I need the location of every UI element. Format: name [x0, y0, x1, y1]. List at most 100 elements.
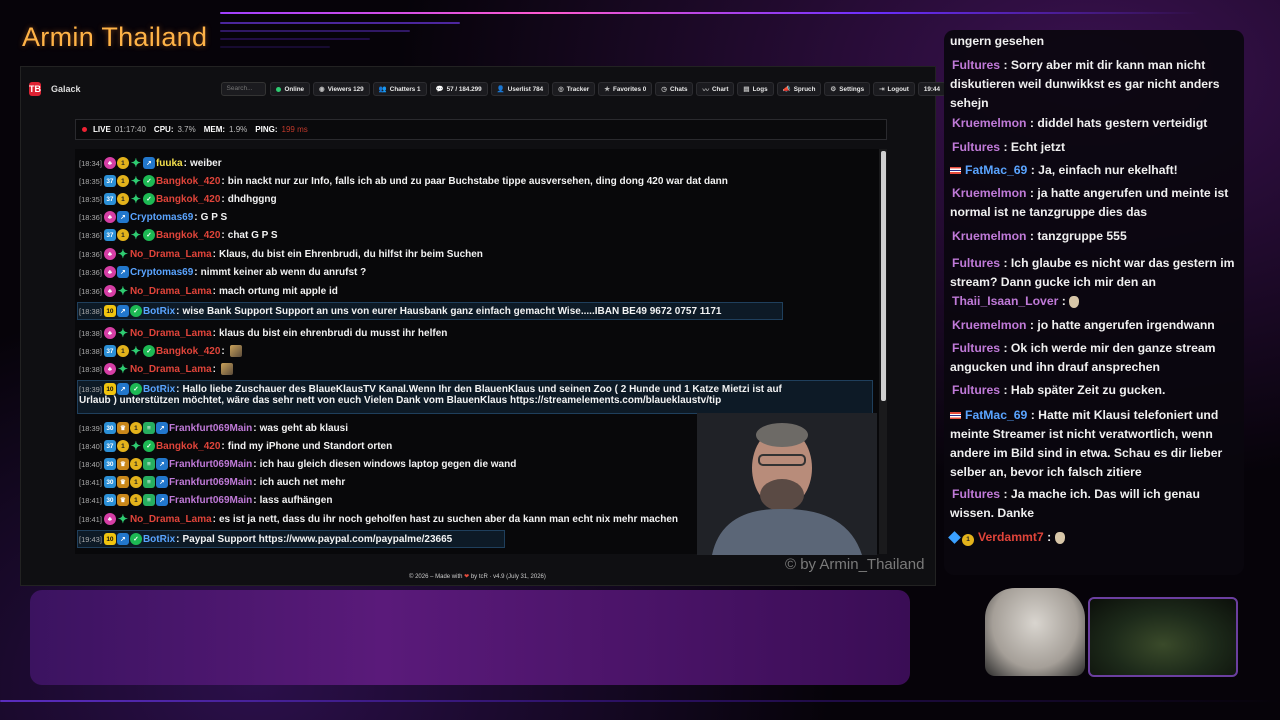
- emote-icon: [1054, 531, 1065, 544]
- username-colon: :: [176, 305, 180, 317]
- chat-username[interactable]: Cryptomas69: [130, 267, 193, 278]
- username-colon: :: [194, 211, 198, 223]
- toolbar-button-1944[interactable]: 19:44: [917, 82, 946, 96]
- username-colon: :: [1027, 163, 1039, 177]
- chat-message: [18:36] 37 1 ✦ ✓ Bangkok_420: chat G P S: [79, 228, 278, 242]
- message-text: mach ortung mit apple id: [219, 285, 338, 297]
- chat-message: [18:39] 10 ↗ ✓ BotRix: Hallo liebe Zuschauer …: [79, 383, 782, 395]
- toolbar-button-settings[interactable]: ⚙ Settings: [824, 82, 871, 96]
- chat-username[interactable]: No_Drama_Lama: [130, 514, 212, 525]
- message-text: Hallo liebe Zuschauer des BlaueKlausTV K…: [182, 383, 782, 395]
- chat-message: [18:34] ♣ 1 ✦ ↗ fuuka: weiber: [79, 156, 222, 170]
- toolbar-button-chart[interactable]: 〰 Chart: [696, 82, 735, 96]
- toolbar-button-tracker[interactable]: ◎ Tracker: [552, 82, 596, 96]
- toolbar-button-userlist[interactable]: 👤 Userlist 784: [490, 82, 550, 96]
- overlay-chat-text: Ja, einfach nur ekelhaft!: [1038, 163, 1178, 177]
- chat-message: [18:41] 30 ♛ 1 ≡ ↗ Frankfurt069Main: ich auch n…: [79, 476, 345, 488]
- toolbar-button-label: Online: [284, 85, 305, 93]
- chat-username[interactable]: Frankfurt069Main: [169, 459, 252, 470]
- eye-icon: ◉: [319, 86, 325, 93]
- chat-username[interactable]: BotRix: [143, 384, 175, 395]
- chat-username[interactable]: Bangkok_420: [156, 441, 220, 452]
- search-input[interactable]: Search...: [220, 82, 267, 96]
- chat-username[interactable]: No_Drama_Lama: [130, 364, 212, 375]
- chat-username[interactable]: Bangkok_420: [156, 194, 220, 205]
- stack-badge-icon: ≡: [142, 494, 155, 506]
- username-colon: :: [221, 440, 225, 452]
- level-badge-icon: 30: [103, 494, 116, 506]
- chat-username[interactable]: BotRix: [143, 306, 175, 317]
- chat-username[interactable]: Frankfurt069Main: [169, 477, 252, 488]
- glow-line: [220, 12, 1200, 14]
- bullhorn-icon: 📣: [782, 86, 791, 93]
- message-text: es ist ja nett, dass du ihr noch geholfe…: [219, 513, 678, 525]
- toolbar-button-spruch[interactable]: 📣 Spruch: [776, 82, 822, 96]
- arrow-badge-icon: ↗: [116, 305, 129, 317]
- overlay-chat-username: Kruemelmon: [952, 186, 1027, 200]
- chat-username[interactable]: BotRix: [143, 534, 175, 545]
- clock-icon: ◷: [661, 86, 667, 93]
- sparkle-badge-icon: ✦: [117, 326, 128, 340]
- message-timestamp: [18:38]: [79, 364, 102, 374]
- toolbar-button-viewers[interactable]: ◉ Viewers 129: [313, 82, 370, 96]
- username-colon: :: [221, 345, 225, 357]
- toolbar-button-57[interactable]: 💬 57 / 184.299: [429, 82, 488, 96]
- message-timestamp: [18:36]: [79, 286, 102, 296]
- verified-badge-icon: ✓: [129, 533, 142, 545]
- level-badge-icon: 10: [103, 305, 116, 317]
- chat-username[interactable]: Frankfurt069Main: [169, 495, 252, 506]
- toolbar-button-online[interactable]: Online: [270, 82, 311, 96]
- username-colon: :: [212, 513, 216, 525]
- chat-username[interactable]: Bangkok_420: [156, 346, 220, 357]
- message-text: G P S: [200, 211, 228, 223]
- chat-username[interactable]: No_Drama_Lama: [130, 328, 212, 339]
- toolbar-button-label: Spruch: [793, 85, 816, 93]
- chat-message: [18:36] ♣ ✦ No_Drama_Lama: mach ortung mit a…: [79, 284, 338, 298]
- level-badge-icon: 37: [103, 175, 116, 187]
- chat-scrollbar-thumb[interactable]: [881, 151, 886, 401]
- verified-badge-icon: ✓: [142, 440, 155, 452]
- verified-badge-icon: ✓: [129, 305, 142, 317]
- crown-badge-icon: ♛: [116, 458, 129, 470]
- chat-username[interactable]: No_Drama_Lama: [130, 249, 212, 260]
- toolbar-button-favorites[interactable]: ★ Favorites 0: [598, 82, 653, 96]
- overlay-chat-username: Kruemelmon: [952, 116, 1027, 130]
- chat-username[interactable]: Bangkok_420: [156, 230, 220, 241]
- chat-username[interactable]: Frankfurt069Main: [169, 423, 252, 434]
- message-timestamp: [18:39]: [79, 423, 102, 433]
- message-text: was geht ab klausi: [259, 422, 349, 434]
- username-colon: :: [212, 363, 216, 375]
- toolbar-button-chatters[interactable]: 👥 Chatters 1: [372, 82, 427, 96]
- message-text: Urlaub ) unterstützen möchtet, wäre das …: [79, 395, 722, 406]
- verified-badge-icon: ✓: [142, 175, 155, 187]
- arrow-badge-icon: ↗: [142, 157, 155, 169]
- chat-username[interactable]: Cryptomas69: [130, 212, 193, 223]
- username-colon: :: [1000, 58, 1011, 72]
- username-colon: :: [1000, 256, 1011, 270]
- message-text: Paypal Support https://www.paypal.com/pa…: [182, 533, 453, 545]
- stream-chat-overlay: ungern gesehen Fultures : Sorry aber mit …: [944, 30, 1244, 575]
- chat-username[interactable]: Bangkok_420: [156, 176, 220, 187]
- chat-username[interactable]: fuuka: [156, 158, 183, 169]
- toolbar-button-logout[interactable]: ⇥ Logout: [873, 82, 915, 96]
- username-colon: :: [1026, 229, 1038, 243]
- overlay-chat-username: Fultures: [952, 341, 1001, 355]
- chat-username[interactable]: No_Drama_Lama: [130, 286, 212, 297]
- message-text: nimmt keiner ab wenn du anrufst ?: [200, 266, 367, 278]
- toolbar-button-label: Favorites 0: [613, 85, 647, 93]
- overlay-chat-text: Echt jetzt: [1010, 140, 1066, 154]
- message-text: ich hau gleich diesen windows laptop geg…: [259, 458, 517, 470]
- toolbar-button-logs[interactable]: ▤ Logs: [737, 82, 774, 96]
- crown-badge-icon: ♛: [116, 494, 129, 506]
- username-colon: :: [1000, 341, 1011, 355]
- message-text: dhdhggng: [227, 193, 277, 205]
- toolbar-button-label: Settings: [839, 85, 865, 93]
- toolbar-button-chats[interactable]: ◷ Chats: [655, 82, 694, 96]
- coin-badge-icon: 1: [116, 157, 129, 169]
- chat-message: [18:38] 10 ↗ ✓ BotRix: wise Bank Support Supp…: [79, 305, 722, 317]
- message-timestamp: [19:43]: [79, 534, 102, 544]
- coin-badge-icon: 1: [962, 533, 974, 546]
- message-timestamp: [18:39]: [79, 384, 102, 394]
- sparkle-badge-icon: ✦: [117, 362, 128, 376]
- message-timestamp: [18:36]: [79, 230, 102, 240]
